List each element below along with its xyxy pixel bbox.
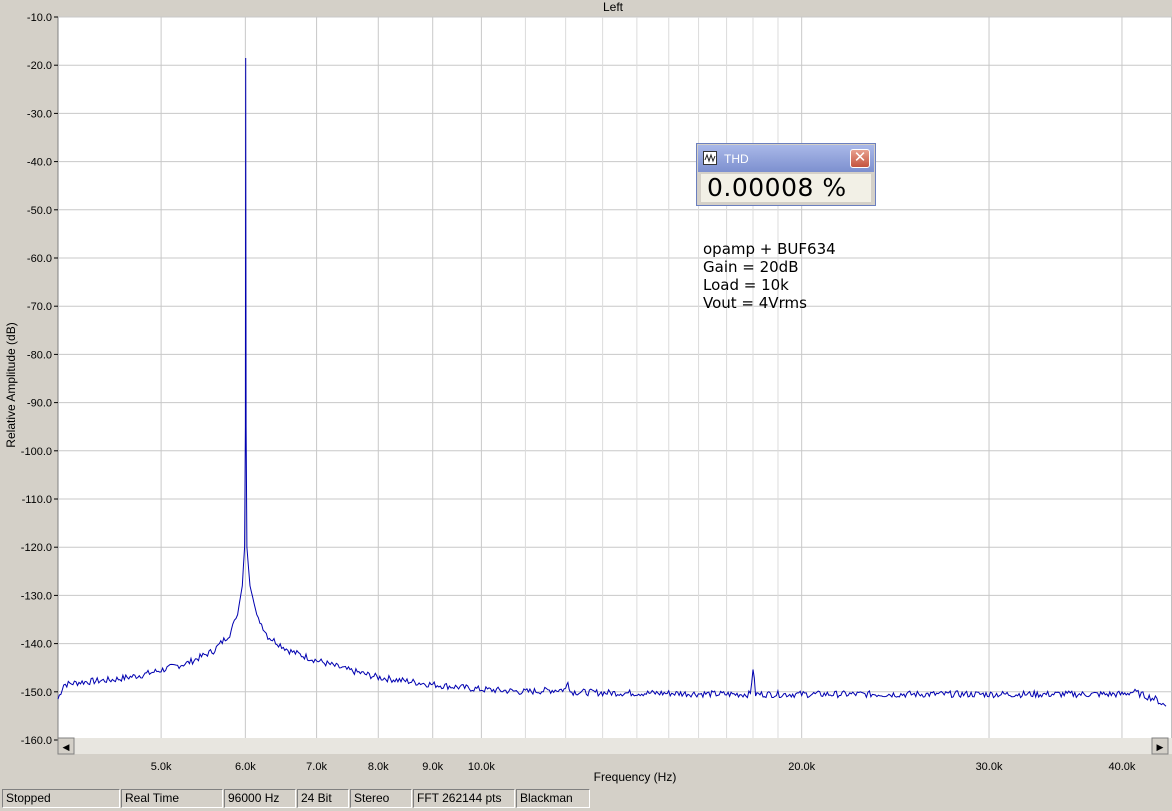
y-tick-labels: -10.0 -20.0 -30.0 -40.0 -50.0 -60.0 -70.0 -80.0…: [21, 12, 52, 747]
scroll-left-arrow-icon: ◀: [63, 742, 70, 752]
y-tick-label: -50.0: [27, 205, 52, 217]
x-tick-label: 6.0k: [235, 761, 256, 773]
annotation-line-gain: Gain = 20dB: [703, 258, 799, 276]
spectrum-chart: Left -10.0 -20.0 -30.0 -40.0 -50.0 -60.0 -70.0…: [0, 0, 1172, 784]
status-channels: Stereo: [350, 789, 412, 808]
close-button[interactable]: ✕: [850, 149, 870, 168]
x-tick-label: 9.0k: [422, 761, 443, 773]
title-bar-background: [0, 0, 1172, 16]
status-fft-size: FFT 262144 pts: [413, 789, 515, 808]
y-tick-label: -130.0: [21, 590, 52, 602]
thd-value: 0.00008 %: [701, 174, 871, 202]
y-tick-label: -140.0: [21, 639, 52, 651]
y-tick-label: -120.0: [21, 542, 52, 554]
status-window: Blackman: [516, 789, 590, 808]
x-tick-label: 7.0k: [306, 761, 327, 773]
annotation-line-circuit: opamp + BUF634: [703, 240, 836, 258]
status-bar: Stopped Real Time 96000 Hz 24 Bit Stereo…: [0, 787, 1172, 811]
y-tick-label: -90.0: [27, 398, 52, 410]
x-tick-label: 40.0k: [1108, 761, 1135, 773]
scroll-right-arrow-icon: ▶: [1157, 742, 1164, 752]
annotation-line-load: Load = 10k: [703, 276, 789, 294]
horizontal-scrollbar[interactable]: ◀ ▶: [57, 737, 1172, 755]
x-axis-label: Frequency (Hz): [594, 770, 677, 784]
y-tick-label: -110.0: [22, 494, 52, 506]
scrollbar-track[interactable]: [58, 738, 1172, 754]
thd-title: THD: [724, 152, 749, 166]
x-tick-label: 5.0k: [151, 761, 172, 773]
close-icon: ✕: [853, 149, 867, 166]
annotation-line-vout: Vout = 4Vrms: [703, 294, 807, 312]
waveform-icon: [703, 151, 717, 165]
y-tick-label: -30.0: [27, 108, 52, 120]
y-tick-label: -60.0: [27, 253, 52, 265]
status-mode: Real Time: [121, 789, 223, 808]
y-tick-label: -10.0: [27, 12, 52, 24]
chart-title: Left: [603, 0, 624, 14]
y-tick-label: -40.0: [27, 157, 52, 169]
y-tick-label: -80.0: [27, 349, 52, 361]
x-tick-label: 10.0k: [468, 761, 495, 773]
y-tick-label: -70.0: [27, 301, 52, 313]
plot-area: [57, 16, 1172, 741]
y-tick-label: -100.0: [21, 446, 52, 458]
x-tick-label: 20.0k: [788, 761, 815, 773]
y-tick-label: -150.0: [21, 687, 52, 699]
thd-window[interactable]: THD ✕ 0.00008 %: [696, 143, 876, 206]
status-bit-depth: 24 Bit: [297, 789, 349, 808]
thd-titlebar[interactable]: THD ✕: [698, 145, 874, 172]
y-tick-label: -160.0: [21, 735, 52, 747]
y-tick-label: -20.0: [27, 60, 52, 72]
x-tick-label: 30.0k: [976, 761, 1003, 773]
measurement-annotation: opamp + BUF634 Gain = 20dB Load = 10k Vo…: [703, 240, 836, 312]
status-run-state: Stopped: [2, 789, 120, 808]
y-axis-label: Relative Amplitude (dB): [4, 322, 18, 447]
status-sample-rate: 96000 Hz: [224, 789, 296, 808]
x-tick-label: 8.0k: [368, 761, 389, 773]
